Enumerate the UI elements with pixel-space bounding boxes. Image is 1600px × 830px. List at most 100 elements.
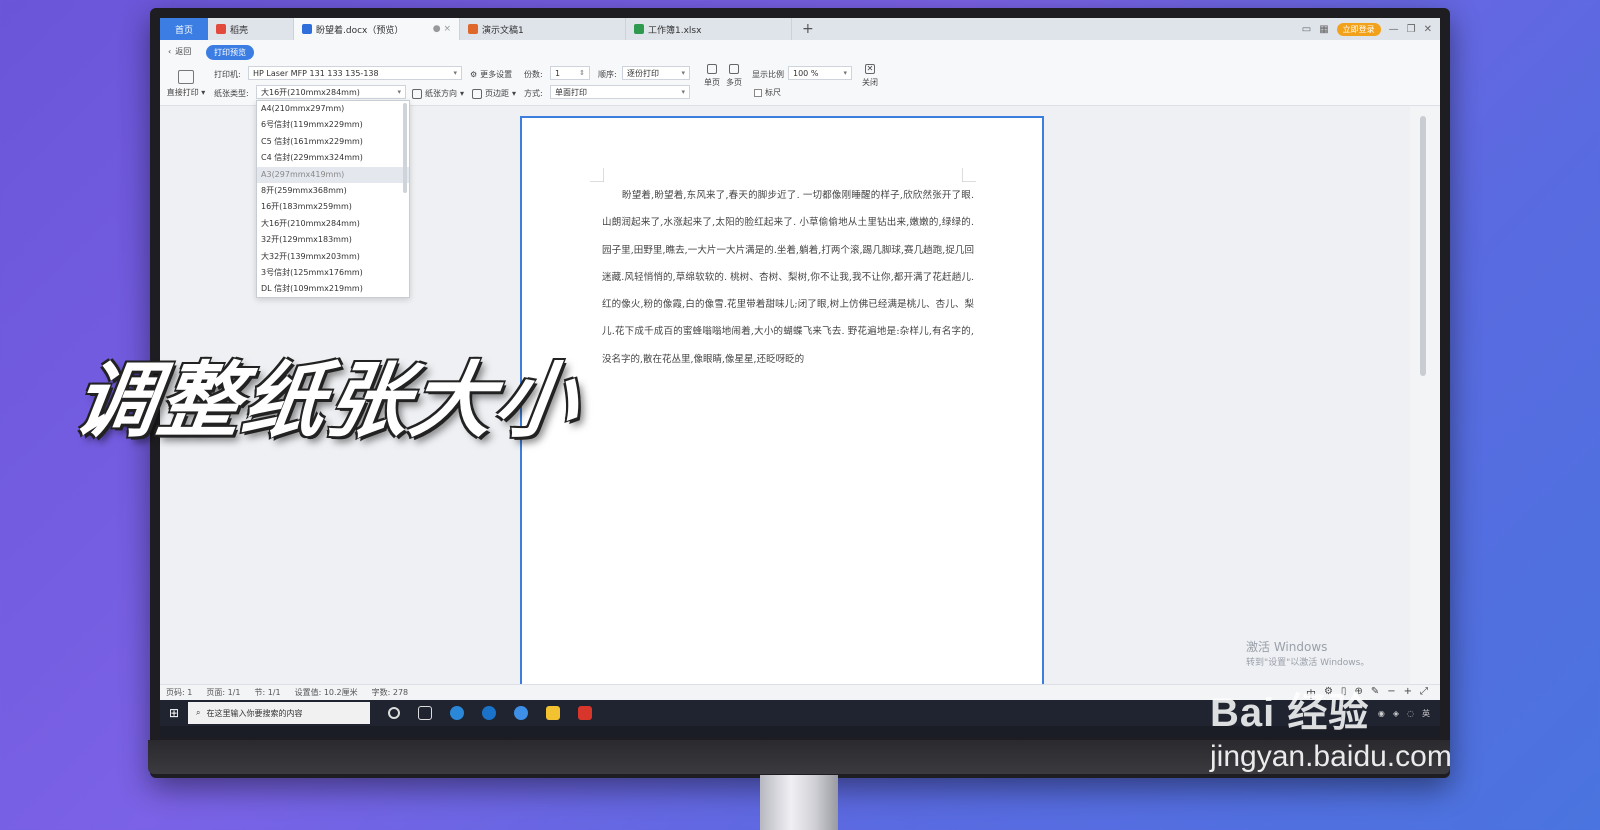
zoom-select[interactable]: 100 % ▾ [788,66,852,80]
zoom-label: 显示比例 [752,70,784,79]
restore-icon[interactable]: ❐ [1407,24,1416,35]
tab-bar: 首页 稻壳 盼望着.docx（预览） ● × 演示文稿1 工作簿1.xlsx +… [160,18,1440,40]
paper-size-option[interactable]: C4 信封(229mmx324mm) [257,150,409,166]
tab-daoke[interactable]: 稻壳 [208,18,294,40]
edge-icon[interactable] [482,706,496,720]
zoom-out-icon[interactable]: − [1387,686,1395,701]
grid-icon[interactable]: ▦ [1319,24,1328,35]
search-placeholder: 在这里输入你要搜索的内容 [206,708,303,718]
margin-corner-tr [962,168,976,182]
back-button[interactable]: ‹ 返回 [168,46,191,57]
copies-label: 份数: [524,70,543,79]
task-view-icon[interactable] [418,706,432,720]
close-window-icon[interactable]: ✕ [1424,24,1432,35]
watermark-site: jingyan.baidu.com [1210,740,1452,773]
single-page-button[interactable]: 单页 [704,64,720,88]
more-settings-button[interactable]: ⚙ 更多设置 [470,69,512,80]
zoom-in-icon[interactable]: + [1404,686,1412,701]
paper-size-option[interactable]: DL 信封(109mmx219mm) [257,281,409,297]
printer-icon [178,70,194,84]
document-text: 盼望着,盼望着,东风来了,春天的脚步近了. 一切都像刚睡醒的样子,欣欣然张开了眼… [602,190,974,365]
margins-button[interactable]: 页边距 ▾ [472,88,516,99]
paper-size-option[interactable]: 8开(259mmx368mm) [257,183,409,199]
document-page: 盼望着,盼望着,东风来了,春天的脚步近了. 一切都像刚睡醒的样子,欣欣然张开了眼… [520,116,1044,696]
baidu-watermark: Bai 经验 [1210,680,1369,738]
login-button[interactable]: 立即登录 [1336,22,1381,36]
order-select[interactable]: 逐份打印 ▾ [622,66,690,80]
page-number: 页码: 1 [166,688,193,697]
paper-size-option[interactable]: C5 信封(161mmx229mm) [257,134,409,150]
single-page-label: 单页 [704,78,720,87]
orientation-button[interactable]: 纸张方向 ▾ [412,88,464,99]
taskbar-search[interactable]: ⌕ 在这里输入你要搜索的内容 [188,702,370,724]
ppt-icon [468,24,478,34]
network-icon[interactable]: ◌ [1407,709,1414,718]
file-explorer-icon[interactable] [546,706,560,720]
close-preview-button[interactable]: ✕ 关闭 [862,64,878,88]
paper-size-option[interactable]: 16开(183mmx259mm) [257,199,409,215]
paper-size-option[interactable]: 3号信封(125mmx176mm) [257,265,409,281]
copies-value: 1 [555,68,561,78]
multi-page-button[interactable]: 多页 [726,64,742,88]
chevron-down-icon: ▾ [681,69,685,77]
single-page-icon [707,64,717,74]
system-tray: ◉ ◈ ◌ 英 [1378,708,1440,719]
chevron-down-icon: ▾ [681,88,685,96]
cortana-icon[interactable] [388,707,400,719]
paper-type-select[interactable]: 大16开(210mmx284mm) ▾ [256,85,406,99]
orientation-label: 纸张方向 [425,89,457,98]
more-settings-label: 更多设置 [480,70,513,79]
tab-workbook[interactable]: 工作簿1.xlsx [626,18,792,40]
excel-icon [634,24,644,34]
vertical-scrollbar[interactable] [1410,106,1440,684]
paper-size-option[interactable]: 32开(129mmx183mm) [257,232,409,248]
dropdown-scrollbar[interactable] [403,103,407,193]
section-count: 节: 1/1 [254,688,281,697]
tutorial-caption: 调整纸张大小 [68,354,586,449]
copies-stepper[interactable]: 1 ⇕ [550,66,590,80]
printer-select[interactable]: HP Laser MFP 131 133 135-138 ▾ [248,66,462,80]
pen-icon[interactable]: ✎ [1371,686,1379,701]
page-count: 页面: 1/1 [206,688,241,697]
tab-home[interactable]: 首页 [160,18,208,40]
layout-icon[interactable]: ▭ [1302,24,1311,35]
paper-size-option[interactable]: 大32开(139mmx203mm) [257,249,409,265]
back-label: 返回 [175,47,192,56]
setting-value: 设置值: 10.2厘米 [294,688,358,697]
paper-size-option[interactable]: 大16开(210mmx284mm) [257,216,409,232]
activation-title: 激活 Windows [1246,640,1328,654]
tab-presentation[interactable]: 演示文稿1 [460,18,626,40]
scrollbar-thumb[interactable] [1420,116,1426,376]
tray-icon[interactable]: ◈ [1393,709,1399,718]
margins-icon [472,88,482,99]
printer-label: 打印机: [214,70,241,79]
wps-icon[interactable] [578,706,592,720]
windows-start-icon[interactable]: ⊞ [160,706,188,720]
paper-size-option-hovered[interactable]: A3(297mmx419mm) [257,166,409,183]
search-icon: ⌕ [196,708,201,717]
ruler-toggle[interactable]: 标尺 [754,87,781,98]
new-tab-button[interactable]: + [792,18,824,40]
direct-print-label: 直接打印 [166,88,199,97]
app-icon[interactable] [514,706,528,720]
paper-size-dropdown[interactable]: A4(210mmx297mm) 6号信封(119mmx229mm) C5 信封(… [256,100,410,298]
tray-lang[interactable]: 英 [1422,708,1430,719]
tab-label: 盼望着.docx（预览） [316,25,404,36]
tab-label: 演示文稿1 [482,25,524,36]
direct-print-button[interactable]: 直接打印 ▾ [166,70,206,98]
tab-close-icon[interactable]: ● × [433,24,451,34]
windows-activation-notice: 激活 Windows 转到"设置"以激活 Windows。 [1246,638,1369,668]
paper-type-label: 纸张类型: [214,89,249,98]
paper-size-option[interactable]: A4(210mmx297mm) [257,101,409,117]
fit-icon[interactable]: ⤢ [1420,686,1428,701]
activation-subtitle: 转到"设置"以激活 Windows。 [1246,658,1370,668]
paper-size-option[interactable]: 6号信封(119mmx229mm) [257,117,409,133]
tab-document-preview[interactable]: 盼望着.docx（预览） ● × [294,18,460,40]
method-select[interactable]: 单面打印 ▾ [550,85,690,99]
tray-icon[interactable]: ◉ [1378,709,1385,718]
minimize-icon[interactable]: — [1389,24,1399,35]
close-label: 关闭 [862,78,878,87]
browser-icon[interactable] [450,706,464,720]
ruler-checkbox[interactable] [754,88,762,97]
stepper-arrows-icon: ⇕ [579,69,585,77]
